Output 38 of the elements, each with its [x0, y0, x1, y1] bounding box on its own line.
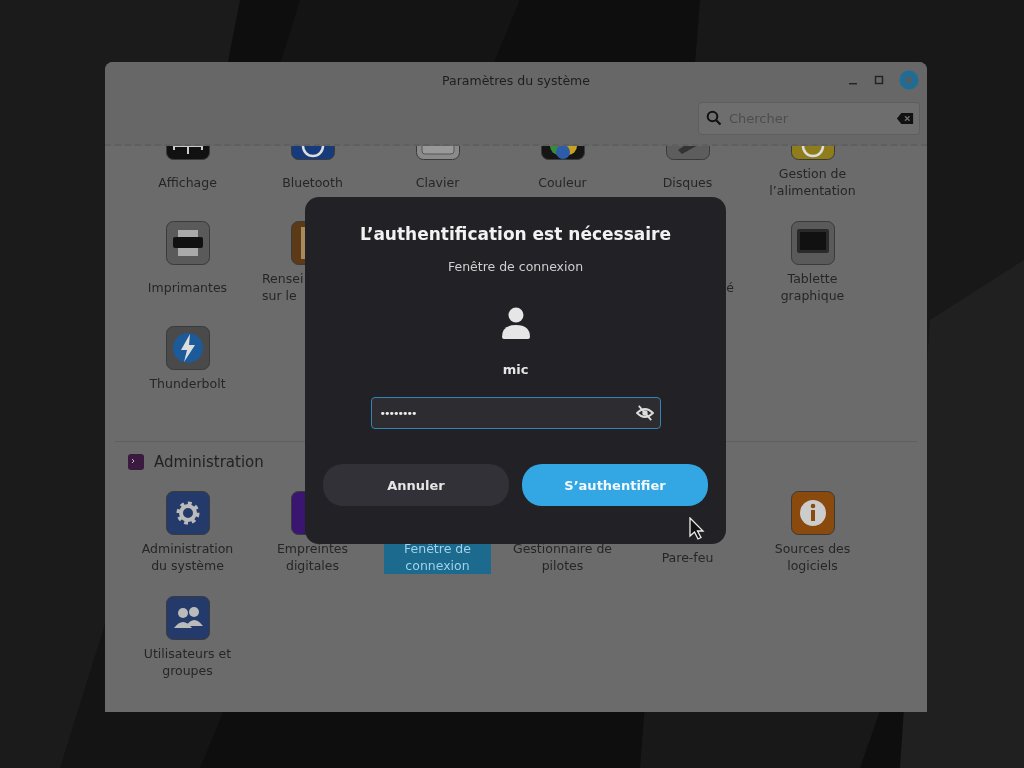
window-title: Paramètres du système	[442, 72, 590, 88]
settings-item-label[interactable]: Pare-feu	[657, 548, 718, 566]
authenticate-button[interactable]: S’authentifier	[522, 464, 708, 506]
lightning-icon[interactable]	[165, 326, 210, 370]
settings-item-label[interactable]: Tablette graphique	[776, 270, 849, 304]
settings-item-label[interactable]: Sources des logiciels	[770, 540, 855, 574]
settings-item-label[interactable]: Clavier	[411, 173, 464, 191]
info-icon[interactable]	[790, 491, 835, 535]
tablet-icon[interactable]	[790, 221, 835, 265]
settings-item-label[interactable]: Imprimantes	[143, 278, 232, 296]
cancel-button[interactable]: Annuler	[323, 464, 509, 506]
hidden-eye-icon[interactable]	[635, 405, 654, 421]
users-icon[interactable]	[165, 596, 210, 640]
settings-item-label[interactable]: Couleur	[534, 173, 591, 191]
settings-item-label[interactable]: Gestionnaire de pilotes	[508, 540, 616, 574]
settings-item-label[interactable]: Empreintes digitales	[272, 540, 353, 574]
search-icon	[706, 110, 722, 126]
settings-item-label[interactable]: Thunderbolt	[145, 375, 230, 392]
printer-icon[interactable]	[165, 221, 210, 265]
settings-item-label[interactable]: Administration du système	[137, 540, 238, 574]
user-icon	[501, 307, 530, 339]
settings-item-label[interactable]: Bluetooth	[278, 173, 347, 191]
section-title: Administration	[154, 453, 264, 471]
terminal-icon	[128, 454, 144, 470]
clear-icon[interactable]	[896, 112, 914, 125]
dialog-title: L’authentification est nécessaire	[360, 224, 671, 244]
settings-item-label[interactable]: Gestion de l’alimentation	[765, 165, 860, 199]
settings-item-label[interactable]: Affichage	[154, 173, 221, 191]
cursor-icon	[689, 517, 705, 541]
dialog-subtitle: Fenêtre de connexion	[447, 259, 584, 274]
settings-item-label[interactable]: é	[722, 278, 738, 296]
user-name: mic	[502, 362, 529, 377]
settings-item-label[interactable]: Disques	[658, 173, 717, 191]
password-field[interactable]: ••••••••	[370, 397, 661, 429]
settings-item-label[interactable]: Rensei sur le	[258, 270, 308, 304]
settings-item-label[interactable]: Utilisateurs et groupes	[139, 645, 236, 679]
maximize-icon[interactable]	[873, 74, 885, 86]
gear-icon[interactable]	[165, 491, 210, 535]
